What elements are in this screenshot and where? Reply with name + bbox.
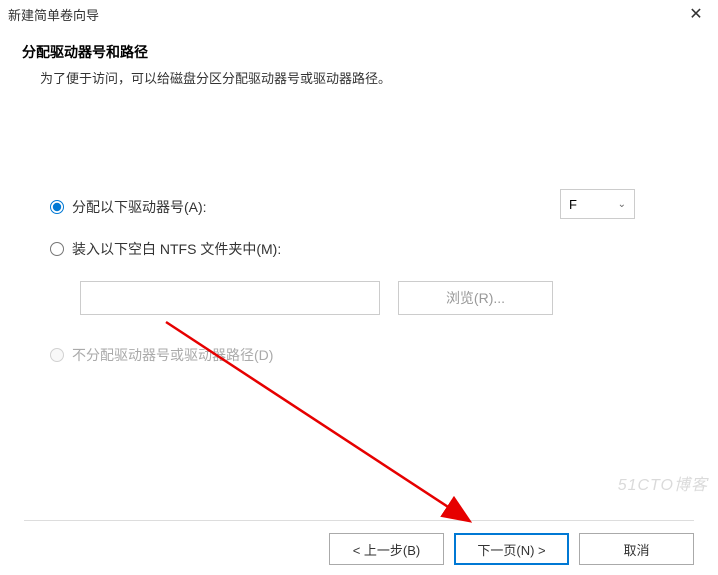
page-description: 为了便于访问，可以给磁盘分区分配驱动器号或驱动器路径。 [40,68,696,87]
cancel-button[interactable]: 取消 [579,533,694,565]
drive-letter-select[interactable]: F ⌄ [560,189,635,219]
label-mount-folder: 装入以下空白 NTFS 文件夹中(M): [72,239,281,259]
label-assign-letter: 分配以下驱动器号(A): [72,197,207,217]
options-group: 分配以下驱动器号(A): F ⌄ 装入以下空白 NTFS 文件夹中(M): 浏览… [22,197,696,365]
watermark: 51CTO博客 [618,471,708,495]
radio-assign-letter[interactable] [50,200,64,214]
page-title: 分配驱动器号和路径 [22,42,696,62]
drive-letter-value: F [569,197,577,212]
content-area: 分配驱动器号和路径 为了便于访问，可以给磁盘分区分配驱动器号或驱动器路径。 分配… [0,30,718,365]
next-button[interactable]: 下一页(N) > [454,533,569,565]
mount-path-row: 浏览(R)... [80,281,696,315]
mount-path-input[interactable] [80,281,380,315]
window-title: 新建简单卷向导 [8,5,99,24]
option-mount-folder: 装入以下空白 NTFS 文件夹中(M): [50,239,696,259]
browse-button[interactable]: 浏览(R)... [398,281,553,315]
option-no-assign: 不分配驱动器号或驱动器路径(D) [50,345,696,365]
radio-no-assign[interactable] [50,348,64,362]
label-no-assign: 不分配驱动器号或驱动器路径(D) [72,345,273,365]
chevron-down-icon: ⌄ [618,199,626,210]
option-assign-letter: 分配以下驱动器号(A): F ⌄ [50,197,696,217]
close-icon[interactable]: ✕ [686,4,706,24]
back-button[interactable]: < 上一步(B) [329,533,444,565]
radio-mount-folder[interactable] [50,242,64,256]
footer-buttons: < 上一步(B) 下一页(N) > 取消 [24,520,694,565]
titlebar: 新建简单卷向导 ✕ [0,0,718,30]
